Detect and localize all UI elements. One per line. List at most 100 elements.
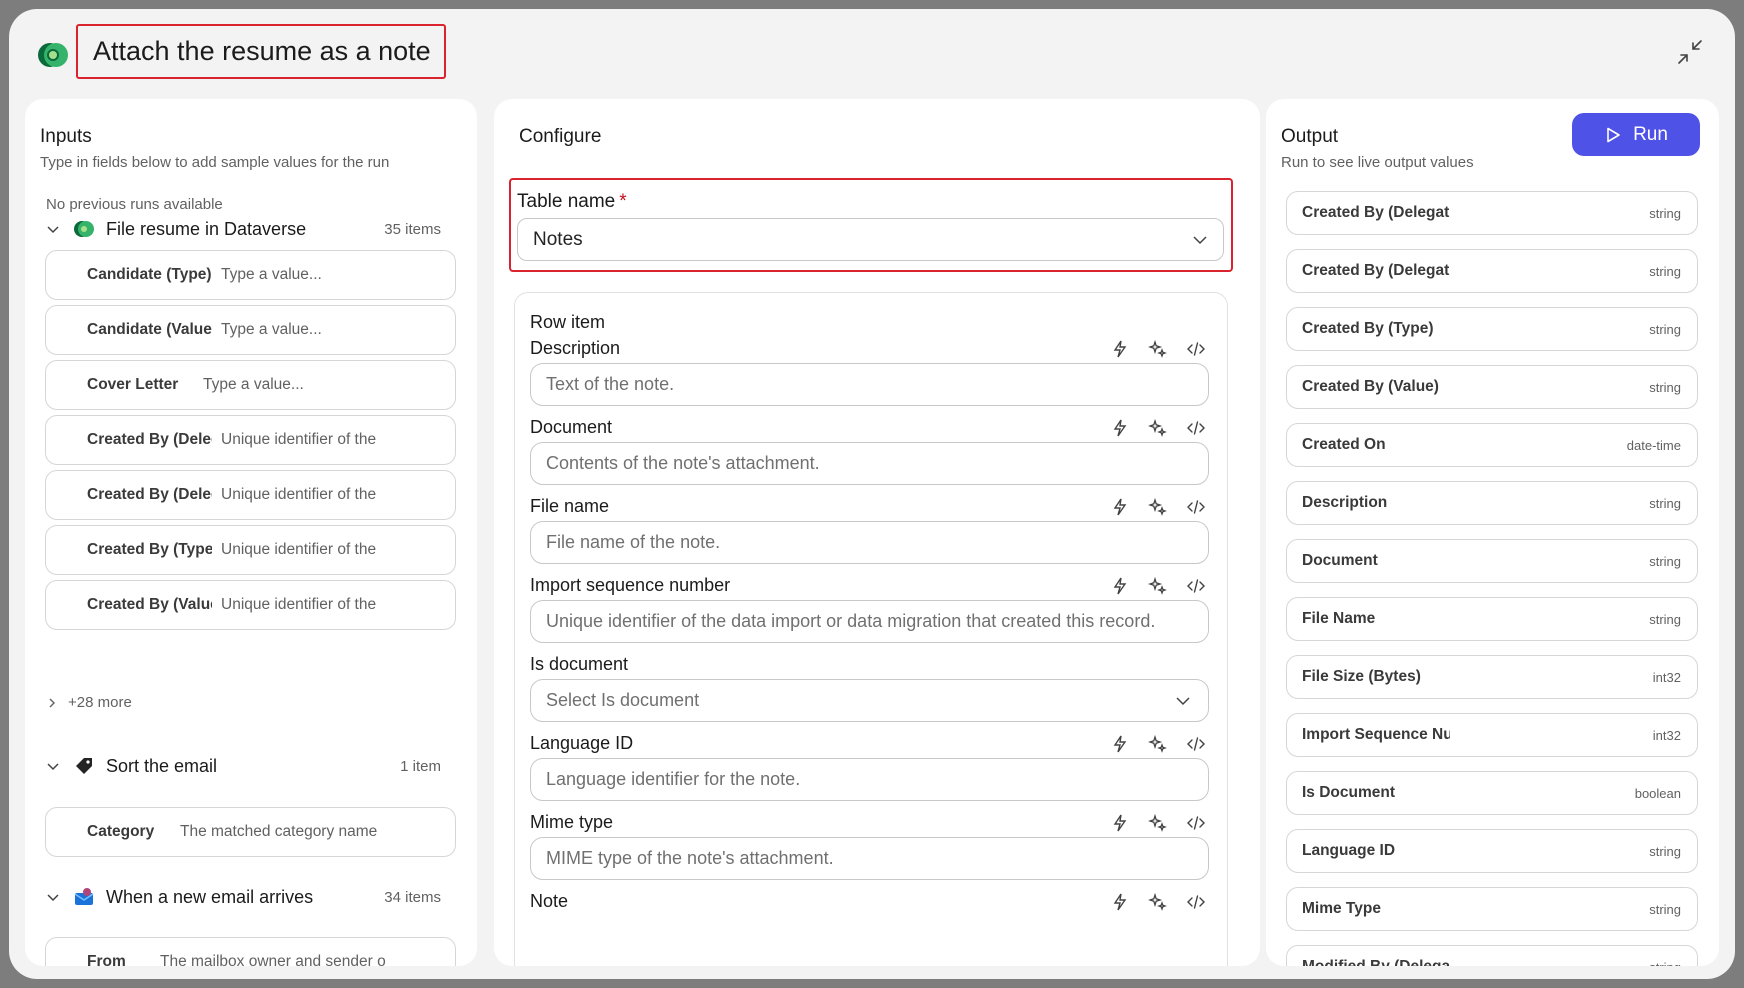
output-field[interactable]: Language ID string [1286, 829, 1698, 873]
output-panel: Output Run to see live output values Run… [1266, 99, 1719, 966]
sparkle-icon[interactable] [1147, 497, 1168, 517]
code-icon[interactable] [1186, 497, 1206, 517]
output-field[interactable]: Modified By (Delega string [1286, 945, 1698, 966]
field-label-document: Document [530, 417, 613, 437]
group-count: 1 item [400, 757, 441, 775]
description-input[interactable]: Text of the note. [530, 363, 1209, 406]
output-field[interactable]: Created By (Type) string [1286, 307, 1698, 351]
output-label: Description [1302, 494, 1388, 511]
table-name-dropdown[interactable]: Notes [517, 218, 1224, 261]
chevron-down-icon [1176, 697, 1190, 706]
sparkle-icon[interactable] [1147, 418, 1168, 438]
input-label: Created By (Deleg [87, 431, 212, 448]
output-label: Created By (Delegat [1302, 262, 1450, 279]
output-field[interactable]: Description string [1286, 481, 1698, 525]
dynamic-content-icon[interactable] [1110, 339, 1130, 359]
output-type: string [1649, 901, 1681, 917]
code-icon[interactable] [1186, 418, 1206, 438]
field-label-description: Description [530, 338, 621, 358]
group-name: When a new email arrives [106, 886, 314, 907]
output-field[interactable]: Created On date-time [1286, 423, 1698, 467]
sparkle-icon[interactable] [1147, 734, 1168, 754]
run-button[interactable]: Run [1572, 113, 1700, 156]
collapse-icon[interactable] [1675, 37, 1705, 67]
output-field[interactable]: File Size (Bytes) int32 [1286, 655, 1698, 699]
group-count: 35 items [384, 220, 441, 238]
output-label: File Name [1302, 610, 1376, 627]
input-category[interactable]: Category The matched category name [45, 807, 456, 857]
field-tools [1110, 813, 1206, 833]
field-tools [1110, 576, 1206, 596]
field-tools [1110, 734, 1206, 754]
input-from[interactable]: From The mailbox owner and sender o [45, 937, 456, 966]
output-label: Import Sequence Nu [1302, 726, 1450, 743]
output-field[interactable]: Created By (Delegat string [1286, 191, 1698, 235]
sparkle-icon[interactable] [1147, 576, 1168, 596]
sparkle-icon[interactable] [1147, 339, 1168, 359]
dialog-title: Attach the resume as a note [76, 24, 446, 79]
output-field[interactable]: Created By (Value) string [1286, 365, 1698, 409]
input-cover-letter[interactable]: Cover Letter Type a value... [45, 360, 456, 410]
output-field[interactable]: Is Document boolean [1286, 771, 1698, 815]
input-created-by-delegate-2[interactable]: Created By (Deleg Unique identifier of t… [45, 470, 456, 520]
output-field[interactable]: Import Sequence Nu int32 [1286, 713, 1698, 757]
input-label: Cover Letter [87, 376, 179, 393]
field-label-is-document: Is document [530, 654, 629, 674]
output-label: Mime Type [1302, 900, 1381, 917]
input-candidate-type[interactable]: Candidate (Type) Type a value... [45, 250, 456, 300]
output-field[interactable]: File Name string [1286, 597, 1698, 641]
code-icon[interactable] [1186, 576, 1206, 596]
show-more-link[interactable]: +28 more [45, 694, 132, 711]
group-file-resume[interactable]: File resume in Dataverse 35 items [43, 214, 453, 244]
group-sort-email[interactable]: Sort the email 1 item [43, 751, 453, 781]
output-label: Created By (Value) [1302, 378, 1439, 395]
dynamic-content-icon[interactable] [1110, 734, 1130, 754]
code-icon[interactable] [1186, 813, 1206, 833]
input-label: Created By (Value [87, 596, 212, 613]
field-label-language-id: Language ID [530, 733, 634, 753]
mime-type-input[interactable]: MIME type of the note's attachment. [530, 837, 1209, 880]
output-type: date-time [1626, 437, 1681, 453]
input-placeholder: Type a value... [221, 266, 322, 283]
input-created-by-value[interactable]: Created By (Value Unique identifier of t… [45, 580, 456, 630]
field-placeholder: MIME type of the note's attachment. [546, 848, 834, 868]
input-created-by-delegate-1[interactable]: Created By (Deleg Unique identifier of t… [45, 415, 456, 465]
input-candidate-value[interactable]: Candidate (Value Type a value... [45, 305, 456, 355]
language-id-input[interactable]: Language identifier for the note. [530, 758, 1209, 801]
inputs-subtitle: Type in fields below to add sample value… [40, 154, 390, 171]
tag-icon [76, 758, 92, 774]
field-label-mime-type: Mime type [530, 812, 614, 832]
dynamic-content-icon[interactable] [1110, 892, 1130, 912]
output-type: int32 [1652, 669, 1681, 685]
output-type: string [1649, 611, 1681, 627]
dynamic-content-icon[interactable] [1110, 576, 1130, 596]
input-placeholder: Type a value... [203, 376, 304, 393]
import-sequence-input[interactable]: Unique identifier of the data import or … [530, 600, 1209, 643]
sparkle-icon[interactable] [1147, 813, 1168, 833]
dynamic-content-icon[interactable] [1110, 418, 1130, 438]
code-icon[interactable] [1186, 339, 1206, 359]
table-name-section: Table name * Notes [509, 178, 1233, 272]
field-tools [1110, 892, 1206, 912]
field-placeholder: Text of the note. [546, 374, 675, 394]
output-label: Language ID [1302, 842, 1396, 859]
output-field[interactable]: Created By (Delegat string [1286, 249, 1698, 293]
field-tools [1110, 339, 1206, 359]
output-field[interactable]: Mime Type string [1286, 887, 1698, 931]
sparkle-icon[interactable] [1147, 892, 1168, 912]
group-count: 34 items [384, 888, 441, 906]
group-new-email[interactable]: When a new email arrives 34 items [43, 882, 453, 912]
output-label: Modified By (Delega [1302, 958, 1450, 966]
input-created-by-type[interactable]: Created By (Type Unique identifier of th… [45, 525, 456, 575]
output-label: Document [1302, 552, 1378, 569]
dynamic-content-icon[interactable] [1110, 813, 1130, 833]
code-icon[interactable] [1186, 892, 1206, 912]
output-field[interactable]: Document string [1286, 539, 1698, 583]
chevron-down-icon [47, 226, 59, 234]
dynamic-content-icon[interactable] [1110, 497, 1130, 517]
input-placeholder: The matched category name [180, 823, 378, 840]
is-document-dropdown[interactable]: Select Is document [530, 679, 1209, 722]
code-icon[interactable] [1186, 734, 1206, 754]
document-input[interactable]: Contents of the note's attachment. [530, 442, 1209, 485]
file-name-input[interactable]: File name of the note. [530, 521, 1209, 564]
